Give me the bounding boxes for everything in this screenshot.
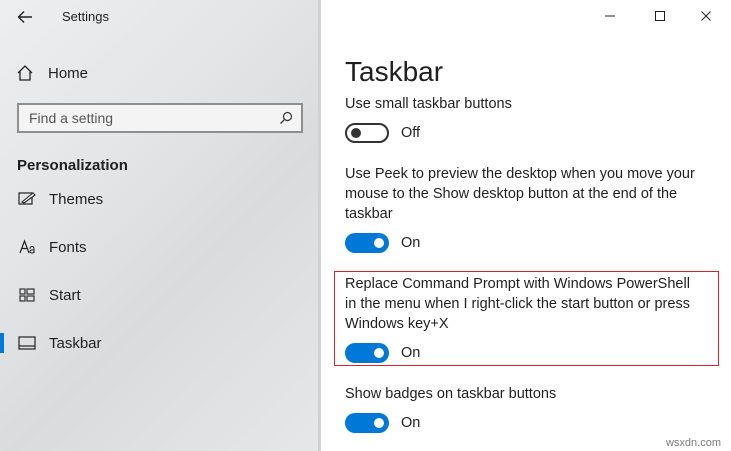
sidebar-item-label: Start xyxy=(49,286,81,304)
setting-row-peek: On xyxy=(345,233,420,253)
sidebar-item-label: Taskbar xyxy=(49,334,102,352)
sidebar-item-start[interactable]: Start xyxy=(0,278,318,312)
toggle-state-label: On xyxy=(401,235,421,251)
themes-icon xyxy=(16,188,38,210)
toggle-knob xyxy=(374,418,384,428)
search-input[interactable] xyxy=(19,109,271,127)
sidebar-item-taskbar[interactable]: Taskbar xyxy=(0,326,318,360)
start-icon xyxy=(16,284,38,306)
setting-label-small-buttons: Use small taskbar buttons xyxy=(345,96,512,112)
main-content: Taskbar Use small taskbar buttons Off Us… xyxy=(321,0,731,451)
toggle-knob xyxy=(351,128,361,138)
sidebar: Settings Home Personalization Themes xyxy=(0,0,321,451)
toggle-state-label: On xyxy=(401,415,421,431)
taskbar-icon xyxy=(16,332,38,354)
setting-row-small-buttons: Off xyxy=(345,123,420,143)
small-buttons-toggle[interactable] xyxy=(345,123,389,143)
setting-label-badges: Show badges on taskbar buttons xyxy=(345,386,557,402)
setting-row-powershell: On xyxy=(345,343,420,363)
powershell-toggle[interactable] xyxy=(345,343,389,363)
setting-row-badges: On xyxy=(345,413,420,433)
maximize-button[interactable] xyxy=(637,2,683,30)
toggle-state-label: Off xyxy=(401,125,421,141)
app-title: Settings xyxy=(62,9,109,24)
toggle-knob xyxy=(374,348,384,358)
search-box[interactable] xyxy=(17,103,303,133)
sidebar-item-label: Home xyxy=(48,64,89,82)
toggle-state-label: On xyxy=(401,345,421,361)
sidebar-item-label: Themes xyxy=(49,190,104,208)
peek-toggle[interactable] xyxy=(345,233,389,253)
badges-toggle[interactable] xyxy=(345,413,389,433)
sidebar-item-home[interactable]: Home xyxy=(16,60,88,86)
back-arrow-icon xyxy=(17,11,32,23)
toggle-knob xyxy=(374,238,384,248)
maximize-icon xyxy=(655,11,665,21)
setting-label-peek: Use Peek to preview the desktop when you… xyxy=(345,166,695,222)
minimize-icon xyxy=(605,15,615,17)
close-icon xyxy=(701,11,711,21)
home-icon xyxy=(17,65,33,81)
minimize-button[interactable] xyxy=(587,2,633,30)
active-indicator xyxy=(0,333,4,353)
sidebar-item-label: Fonts xyxy=(49,238,87,256)
back-button[interactable] xyxy=(14,6,36,28)
watermark: wsxdn.com xyxy=(665,437,721,449)
page-title: Taskbar xyxy=(345,56,444,87)
search-icon[interactable] xyxy=(271,111,301,125)
setting-label-powershell: Replace Command Prompt with Windows Powe… xyxy=(345,276,690,332)
section-title: Personalization xyxy=(17,157,128,174)
sidebar-item-themes[interactable]: Themes xyxy=(0,182,318,216)
close-button[interactable] xyxy=(683,2,729,30)
sidebar-item-fonts[interactable]: Fonts xyxy=(0,230,318,264)
fonts-icon xyxy=(16,236,38,258)
